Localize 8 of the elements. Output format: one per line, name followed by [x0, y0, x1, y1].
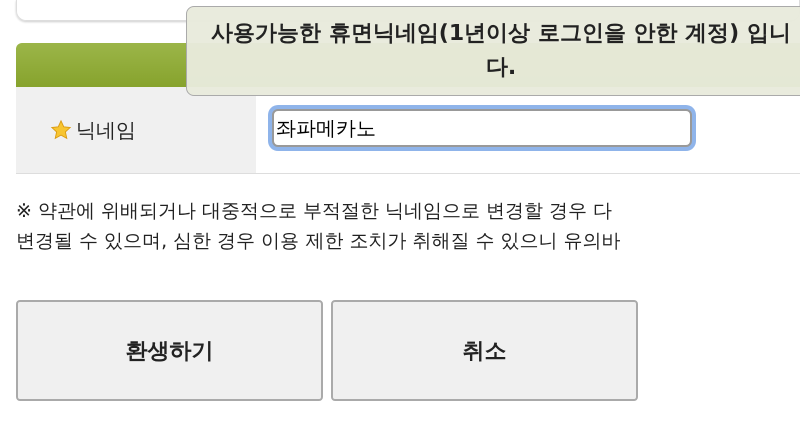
field-label: 닉네임	[76, 116, 136, 144]
tooltip: 사용가능한 휴면닉네임(1년이상 로그인을 안한 계정) 입니다.	[186, 6, 800, 96]
nickname-field[interactable]: 좌파메카노	[272, 109, 692, 147]
star-icon	[50, 119, 72, 141]
cancel-button[interactable]: 취소	[331, 300, 638, 401]
submit-button[interactable]: 환생하기	[16, 300, 323, 401]
notice-text: ※ 약관에 위배되거나 대중적으로 부적절한 닉네임으로 변경할 경우 다	[16, 199, 614, 224]
notice-text: 변경될 수 있으며, 심한 경우 이용 제한 조치가 취해질 수 있으니 유의바	[16, 229, 622, 254]
